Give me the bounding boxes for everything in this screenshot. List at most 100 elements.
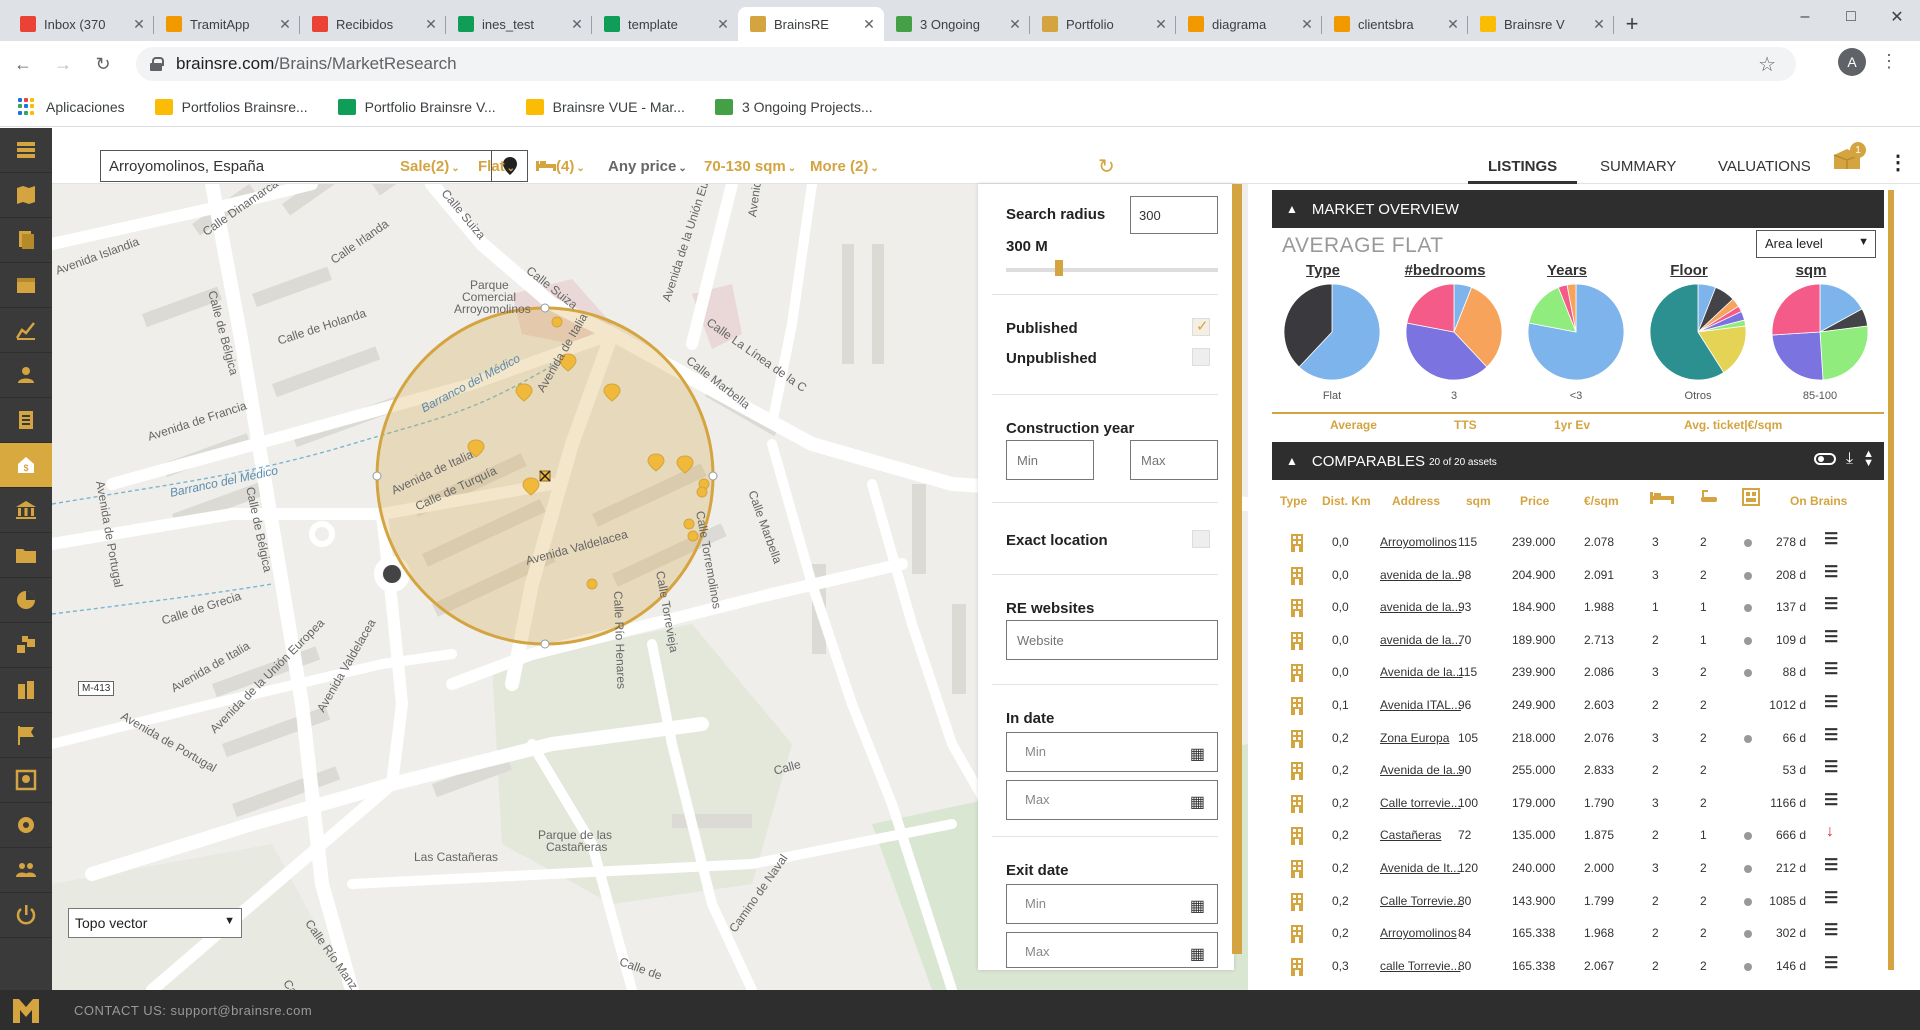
area-level-select[interactable]: Area level ▼ — [1756, 230, 1876, 258]
listing-marker-icon[interactable] — [551, 316, 563, 328]
row-address[interactable]: Avenida de la... — [1380, 763, 1466, 777]
sidebar-item-folder[interactable] — [0, 533, 52, 578]
sidebar-item-chart[interactable] — [0, 308, 52, 353]
menu-lines-icon[interactable]: ☰ — [1824, 953, 1838, 973]
calendar-icon[interactable]: ▦ — [1190, 896, 1205, 916]
menu-lines-icon[interactable]: ☰ — [1824, 725, 1838, 745]
close-tab-icon[interactable]: ✕ — [1300, 16, 1314, 33]
menu-lines-icon[interactable]: ☰ — [1824, 627, 1838, 647]
menu-lines-icon[interactable]: ☰ — [1824, 594, 1838, 614]
row-address[interactable]: avenida de la... — [1380, 633, 1466, 647]
download-icon[interactable]: ⤓ — [1846, 450, 1853, 468]
pie-chart-sqm[interactable] — [1770, 282, 1870, 382]
table-row[interactable]: avenida de la... 0,0 70 189.900 2.713 2 1 109 d… — [1272, 624, 1884, 657]
back-icon[interactable]: ← — [6, 47, 40, 81]
notifications-box-icon[interactable]: 1 — [1832, 142, 1866, 176]
table-row[interactable]: Zona Europa 0,2 105 218.000 2.076 3 2 66 d ☰ — [1272, 722, 1884, 755]
row-address[interactable]: Avenida de la... — [1380, 665, 1466, 679]
col-on-brains[interactable]: On Brains — [1790, 494, 1847, 508]
close-tab-icon[interactable]: ✕ — [132, 16, 146, 33]
table-row[interactable]: Castañeras 0,2 72 135.000 1.875 2 1 666 d ↓ — [1272, 819, 1884, 852]
floorplan-icon[interactable] — [1742, 488, 1760, 509]
market-overview-header[interactable]: ▲ MARKET OVERVIEW — [1272, 190, 1884, 228]
minimize-icon[interactable]: – — [1782, 0, 1828, 34]
pie-chart-years[interactable] — [1526, 282, 1626, 382]
comparables-header[interactable]: ▲ COMPARABLES 20 of 20 assets ⤓ ▲ ▼ — [1272, 442, 1884, 480]
sidebar-item-map[interactable] — [0, 173, 52, 218]
row-address[interactable]: Castañeras — [1380, 828, 1466, 842]
sidebar-item-bank[interactable] — [0, 488, 52, 533]
table-row[interactable]: Avenida de la... 0,2 90 255.000 2.833 2 2 53 d ☰ — [1272, 754, 1884, 787]
sidebar-item-user[interactable] — [0, 353, 52, 398]
close-tab-icon[interactable]: ✕ — [862, 16, 876, 33]
radius-handle[interactable] — [540, 639, 550, 649]
unpublished-checkbox[interactable] — [1192, 348, 1210, 366]
sidebar-item-stack[interactable] — [0, 623, 52, 668]
bookmark-apps[interactable]: Aplicaciones — [18, 97, 125, 116]
tab-summary[interactable]: SUMMARY — [1580, 150, 1696, 184]
pie-slice[interactable] — [1771, 331, 1824, 381]
reload-icon[interactable]: ↻ — [86, 47, 120, 81]
row-address[interactable]: Calle Torrevie... — [1380, 894, 1466, 908]
close-tab-icon[interactable]: ✕ — [1592, 16, 1606, 33]
exit-date-min[interactable]: Min ▦ — [1006, 884, 1218, 924]
browser-tab[interactable]: Recibidos ✕ — [300, 7, 446, 41]
pie-chart-type[interactable] — [1282, 282, 1382, 382]
sidebar-item-buildings[interactable] — [0, 668, 52, 713]
filter-type[interactable]: Flat ⌄ — [478, 158, 515, 175]
close-tab-icon[interactable]: ✕ — [1008, 16, 1022, 33]
radius-handle[interactable] — [540, 303, 550, 313]
bookmark-portfolios[interactable]: Portfolios Brainsre... — [154, 98, 308, 115]
bookmark-portfolio-sheet[interactable]: Portfolio Brainsre V... — [337, 98, 496, 115]
sidebar-item-scan[interactable] — [0, 758, 52, 803]
table-row[interactable]: Calle Torrevie... 0,2 80 143.900 1.799 2 2 1085… — [1272, 885, 1884, 918]
col-type[interactable]: Type — [1280, 494, 1307, 508]
maximize-icon[interactable]: □ — [1828, 0, 1874, 34]
row-address[interactable]: Avenida ITAL... — [1380, 698, 1466, 712]
browser-menu-icon[interactable]: ⋮ — [1880, 51, 1898, 72]
calendar-icon[interactable]: ▦ — [1190, 792, 1205, 812]
published-checkbox[interactable]: ✓ — [1192, 318, 1210, 336]
table-row[interactable]: calle Torrevie... 0,3 80 165.338 2.067 2 2 146 … — [1272, 950, 1884, 983]
refresh-icon[interactable]: ↻ — [1098, 154, 1115, 179]
filter-more[interactable]: More (2) ⌄ — [810, 158, 879, 175]
table-row[interactable]: Avenida de It... 0,2 120 240.000 2.000 3 2 212 … — [1272, 852, 1884, 885]
in-date-max[interactable]: Max ▦ — [1006, 780, 1218, 820]
sidebar-item-calendar[interactable] — [0, 263, 52, 308]
menu-lines-icon[interactable]: ☰ — [1824, 888, 1838, 908]
row-address[interactable]: avenida de la... — [1380, 568, 1466, 582]
menu-lines-icon[interactable]: ☰ — [1824, 529, 1838, 549]
menu-lines-icon[interactable]: ☰ — [1824, 757, 1838, 777]
col-address[interactable]: Address — [1392, 494, 1440, 508]
browser-tab[interactable]: ines_test ✕ — [446, 7, 592, 41]
radius-slider-track[interactable] — [1006, 268, 1218, 272]
close-tab-icon[interactable]: ✕ — [1446, 16, 1460, 33]
sort-icon[interactable]: ▲ ▼ — [1863, 449, 1874, 469]
table-row[interactable]: Arroyomolinos 0,2 84 165.338 1.968 2 2 302 d ☰ — [1272, 917, 1884, 950]
price-drop-arrow-icon[interactable]: ↓ — [1826, 823, 1834, 841]
menu-lines-icon[interactable]: ☰ — [1824, 659, 1838, 679]
browser-tab[interactable]: Inbox (370 ✕ — [8, 7, 154, 41]
menu-lines-icon[interactable]: ☰ — [1824, 692, 1838, 712]
menu-lines-icon[interactable]: ☰ — [1824, 562, 1838, 582]
search-radius-input[interactable] — [1130, 196, 1218, 234]
sidebar-item-power[interactable] — [0, 893, 52, 938]
metric-average[interactable]: Average — [1330, 418, 1377, 432]
in-date-min[interactable]: Min ▦ — [1006, 732, 1218, 772]
menu-lines-icon[interactable]: ☰ — [1824, 790, 1838, 810]
pie-chart-bedrooms[interactable] — [1404, 282, 1504, 382]
col-dist[interactable]: Dist. Km — [1322, 494, 1371, 508]
menu-lines-icon[interactable]: ☰ — [1824, 855, 1838, 875]
browser-tab[interactable]: clientsbra ✕ — [1322, 7, 1468, 41]
new-tab-icon[interactable]: + — [1614, 7, 1650, 41]
radius-slider-thumb[interactable] — [1055, 260, 1063, 276]
listing-marker-icon[interactable] — [696, 486, 708, 498]
map-layer-select[interactable]: Topo vector ▼ — [68, 908, 242, 938]
col-eur-sqm[interactable]: €/sqm — [1584, 494, 1619, 508]
sidebar-item-flag[interactable] — [0, 713, 52, 758]
row-address[interactable]: Arroyomolinos — [1380, 535, 1466, 549]
row-address[interactable]: Calle torrevie... — [1380, 796, 1466, 810]
close-window-icon[interactable]: ✕ — [1874, 0, 1920, 34]
collapse-icon[interactable]: ▲ — [1286, 202, 1298, 216]
bookmark-ongoing-projects[interactable]: 3 Ongoing Projects... — [714, 98, 873, 115]
